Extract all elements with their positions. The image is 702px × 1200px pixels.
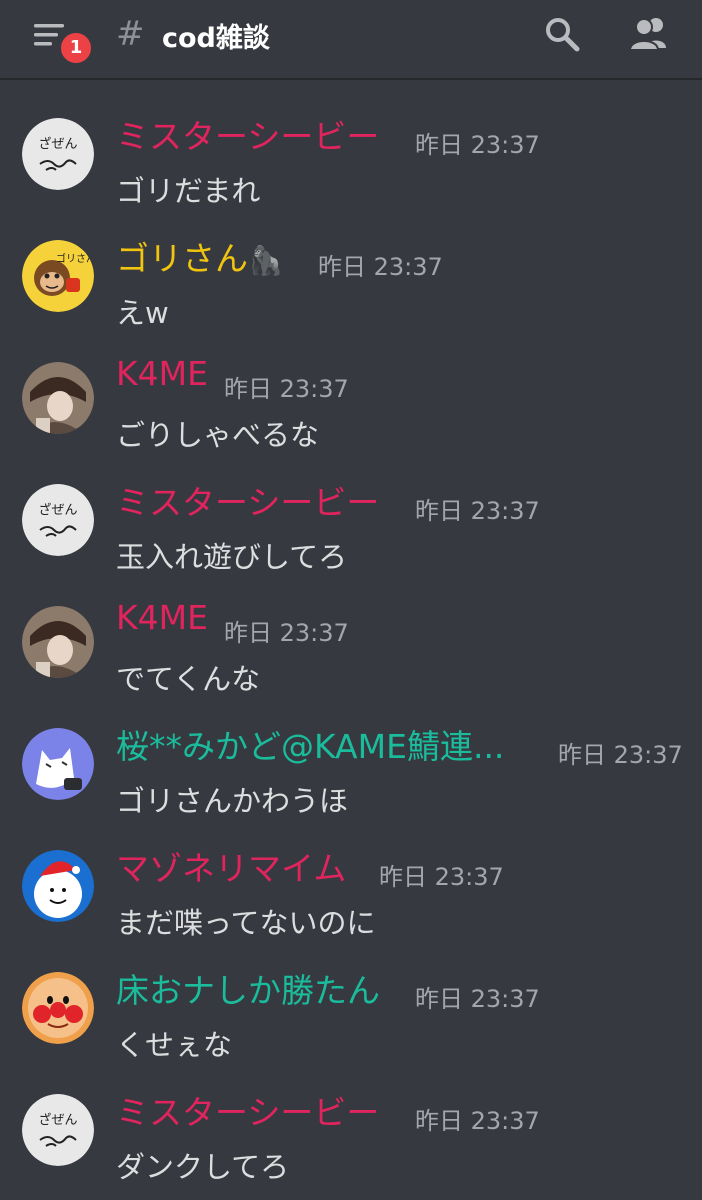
- search-button[interactable]: [542, 14, 582, 54]
- message-author[interactable]: K4ME: [116, 354, 208, 393]
- author-name: ゴリさん: [116, 239, 248, 278]
- message-author[interactable]: ミスターシービー: [116, 476, 379, 524]
- monkey-avatar-icon: ゴリさん: [22, 240, 94, 312]
- channel-hash-icon: #: [116, 14, 145, 54]
- message-content: ダンクしてろ: [116, 1150, 290, 1184]
- message-author[interactable]: マゾネリマイム: [116, 842, 346, 890]
- message: マゾネリマイム 昨日 23:37 まだ喋ってないのに: [0, 812, 702, 940]
- anpanman-avatar-icon: [22, 972, 94, 1044]
- avatar[interactable]: [22, 606, 94, 678]
- anime-girl-avatar-icon: [22, 362, 94, 434]
- message-timestamp: 昨日 23:37: [558, 741, 683, 769]
- message-author[interactable]: K4ME: [116, 598, 208, 637]
- message: K4ME 昨日 23:37 でてくんな: [0, 568, 702, 696]
- message: ざぜん ミスターシービー 昨日 23:37 玉入れ遊びしてろ: [0, 446, 702, 574]
- members-icon: [628, 18, 666, 51]
- avatar[interactable]: ざぜん: [22, 118, 94, 190]
- message-timestamp: 昨日 23:37: [224, 375, 349, 403]
- avatar-text: ざぜん: [38, 1112, 77, 1128]
- message: ゴリさん ゴリさん🦍 昨日 23:37 えw: [0, 202, 702, 330]
- user-avatar-zazen-icon: ざぜん: [22, 1094, 94, 1166]
- message-timestamp: 昨日 23:37: [318, 253, 443, 281]
- gorilla-emoji-icon: 🦍: [248, 244, 283, 277]
- user-avatar-zazen-icon: ざぜん: [22, 484, 94, 556]
- message-timestamp: 昨日 23:37: [415, 1107, 540, 1135]
- message-list[interactable]: ざぜん ミスターシービー 昨日 23:37 ゴリだまれ ゴリさん ゴリさん🦍 昨…: [0, 80, 702, 1200]
- message-timestamp: 昨日 23:37: [379, 863, 504, 891]
- message-timestamp: 昨日 23:37: [415, 497, 540, 525]
- cat-avatar-icon: [22, 728, 94, 800]
- avatar[interactable]: [22, 362, 94, 434]
- message-timestamp: 昨日 23:37: [415, 131, 540, 159]
- message: 桜**みかど@KAME鯖連... 昨日 23:37 ゴリさんかわうほ: [0, 690, 702, 818]
- message: K4ME 昨日 23:37 ごりしゃべるな: [0, 324, 702, 452]
- notification-badge: 1: [58, 30, 94, 66]
- avatar[interactable]: ざぜん: [22, 1094, 94, 1166]
- channel-name: cod雑談: [162, 23, 270, 54]
- anime-girl-avatar-icon: [22, 606, 94, 678]
- message-timestamp: 昨日 23:37: [224, 619, 349, 647]
- avatar[interactable]: ゴリさん: [22, 240, 94, 312]
- avatar-text: ざぜん: [38, 502, 77, 518]
- snowman-avatar-icon: [22, 850, 94, 922]
- message-timestamp: 昨日 23:37: [415, 985, 540, 1013]
- user-avatar-zazen-icon: ざぜん: [22, 118, 94, 190]
- message-author[interactable]: ゴリさん🦍: [116, 232, 283, 280]
- avatar[interactable]: [22, 850, 94, 922]
- message: ざぜん ミスターシービー 昨日 23:37 ゴリだまれ: [0, 80, 702, 208]
- member-list-button[interactable]: [626, 14, 670, 54]
- message-author[interactable]: 床おナしか勝たん: [116, 964, 380, 1012]
- message: 床おナしか勝たん 昨日 23:37 くせぇな: [0, 934, 702, 1062]
- message: ざぜん ミスターシービー 昨日 23:37 ダンクしてろ: [0, 1056, 702, 1184]
- avatar[interactable]: ざぜん: [22, 484, 94, 556]
- channel-header: 1 # cod雑談: [0, 0, 702, 80]
- open-menu-button[interactable]: 1: [30, 18, 94, 66]
- avatar[interactable]: [22, 972, 94, 1044]
- avatar-text: ざぜん: [38, 136, 77, 152]
- avatar-text: ゴリさん: [56, 252, 94, 265]
- message-author[interactable]: ミスターシービー: [116, 110, 379, 158]
- avatar[interactable]: [22, 728, 94, 800]
- message-author[interactable]: ミスターシービー: [116, 1086, 379, 1134]
- search-icon: [546, 18, 580, 52]
- message-author[interactable]: 桜**みかど@KAME鯖連...: [116, 720, 504, 768]
